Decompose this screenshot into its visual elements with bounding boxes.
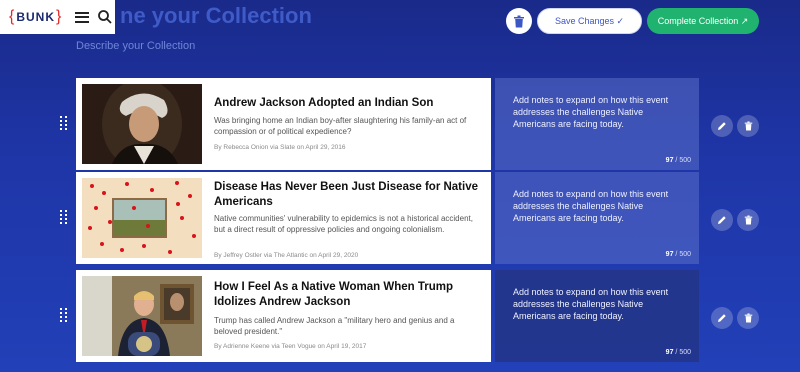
- collection-item: How I Feel As a Native Woman When Trump …: [0, 270, 800, 362]
- edit-button[interactable]: [711, 209, 733, 231]
- article-byline: By Rebecca Onion via Slate on April 29, …: [214, 144, 346, 151]
- article-card[interactable]: Disease Has Never Been Just Disease for …: [76, 172, 491, 264]
- article-byline: By Jeffrey Ostler via The Atlantic on Ap…: [214, 252, 359, 259]
- pencil-icon: [718, 122, 726, 130]
- article-byline: By Adrienne Keene via Teen Vogue on Apri…: [214, 343, 367, 350]
- article-card[interactable]: Andrew Jackson Adopted an Indian Son Was…: [76, 78, 491, 170]
- drag-handle-icon[interactable]: [60, 210, 68, 226]
- trash-icon: [744, 121, 752, 131]
- article-title[interactable]: Disease Has Never Been Just Disease for …: [214, 180, 484, 210]
- collection-item: Andrew Jackson Adopted an Indian Son Was…: [0, 78, 800, 170]
- notes-text[interactable]: Add notes to expand on how this event ad…: [513, 286, 681, 322]
- article-summary: Native communities' vulnerability to epi…: [214, 214, 473, 234]
- page-title: ne your Collection: [120, 3, 312, 28]
- article-thumbnail: [82, 178, 202, 258]
- notes-field[interactable]: Add notes to expand on how this event ad…: [495, 270, 699, 362]
- delete-item-button[interactable]: [737, 307, 759, 329]
- article-summary: Was bringing home an Indian boy-after sl…: [214, 116, 467, 136]
- collection-item: Disease Has Never Been Just Disease for …: [0, 172, 800, 264]
- delete-item-button[interactable]: [737, 209, 759, 231]
- delete-collection-button[interactable]: [506, 8, 532, 34]
- drag-handle-icon[interactable]: [60, 308, 68, 324]
- complete-collection-button[interactable]: Complete Collection ↗: [647, 8, 759, 34]
- menu-icon[interactable]: [75, 11, 90, 23]
- notes-text[interactable]: Add notes to expand on how this event ad…: [513, 188, 681, 224]
- article-summary: Trump has called Andrew Jackson a "milit…: [214, 316, 455, 336]
- article-thumbnail: [82, 276, 202, 356]
- article-title[interactable]: How I Feel As a Native Woman When Trump …: [214, 280, 484, 310]
- character-counter: 97 / 500: [665, 157, 691, 164]
- character-counter: 97 / 500: [665, 349, 691, 356]
- collection-description[interactable]: Describe your Collection: [76, 40, 195, 52]
- notes-field[interactable]: Add notes to expand on how this event ad…: [495, 172, 699, 264]
- article-thumbnail: [82, 84, 202, 164]
- delete-item-button[interactable]: [737, 115, 759, 137]
- notes-field[interactable]: Add notes to expand on how this event ad…: [495, 78, 699, 170]
- bunk-logo[interactable]: { BUNK }: [8, 8, 63, 26]
- trash-icon: [514, 15, 524, 27]
- search-icon[interactable]: [97, 9, 113, 25]
- trash-icon: [744, 215, 752, 225]
- drag-handle-icon[interactable]: [60, 116, 68, 132]
- edit-button[interactable]: [711, 307, 733, 329]
- notes-text[interactable]: Add notes to expand on how this event ad…: [513, 94, 681, 130]
- article-title[interactable]: Andrew Jackson Adopted an Indian Son: [214, 96, 484, 111]
- save-changes-button[interactable]: Save Changes ✓: [537, 8, 642, 34]
- article-card[interactable]: How I Feel As a Native Woman When Trump …: [76, 270, 491, 362]
- character-counter: 97 / 500: [665, 251, 691, 258]
- pencil-icon: [718, 314, 726, 322]
- trash-icon: [744, 313, 752, 323]
- pencil-icon: [718, 216, 726, 224]
- edit-button[interactable]: [711, 115, 733, 137]
- header-bar: { BUNK }: [0, 0, 115, 34]
